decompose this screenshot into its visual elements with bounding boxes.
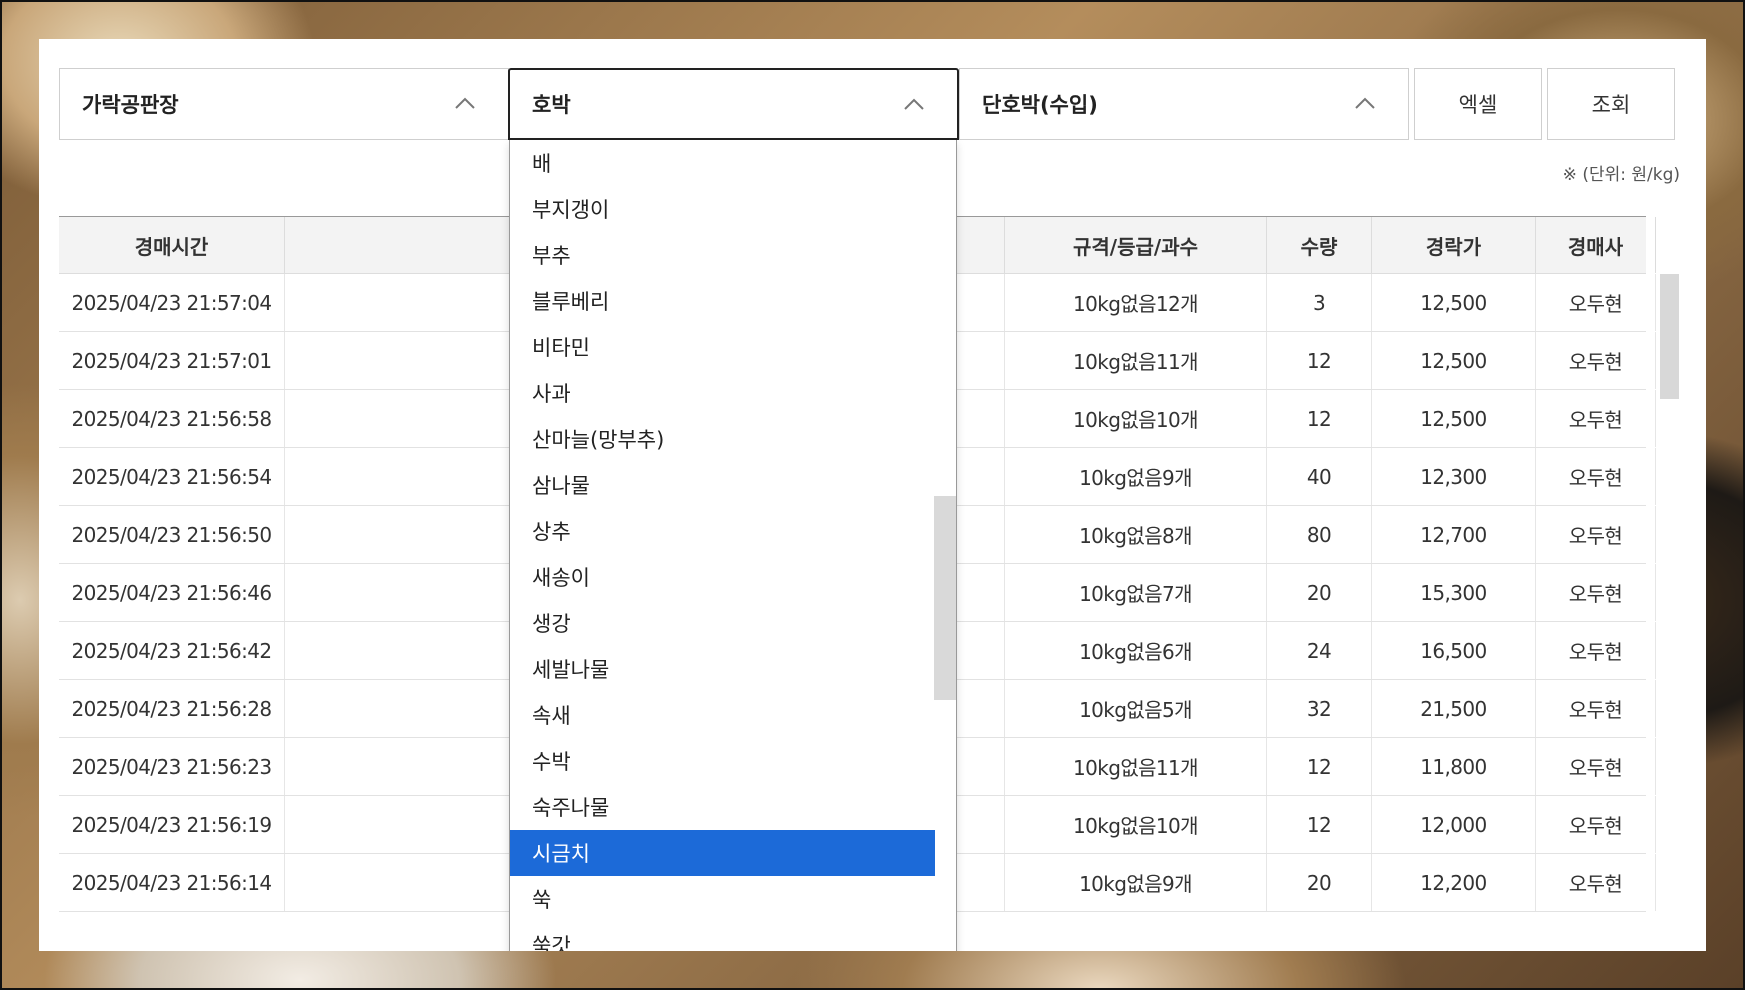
header-auctioneer: 경매사 (1536, 217, 1656, 273)
dropdown-option[interactable]: 배 (510, 140, 935, 186)
dropdown-option[interactable]: 사과 (510, 370, 935, 416)
cell-spec: 10kg없음10개 (1005, 796, 1267, 853)
cell-auctioneer: 오두현 (1536, 332, 1656, 389)
cell-price: 12,500 (1372, 274, 1536, 331)
dropdown-scrollbar[interactable] (934, 496, 956, 700)
header-price: 경락가 (1372, 217, 1536, 273)
dropdown-option[interactable]: 상추 (510, 508, 935, 554)
cell-spec: 10kg없음12개 (1005, 274, 1267, 331)
cell-price: 11,800 (1372, 738, 1536, 795)
dropdown-option[interactable]: 시금치 (510, 830, 935, 876)
cell-spec: 10kg없음5개 (1005, 680, 1267, 737)
dropdown-option[interactable]: 세발나물 (510, 646, 935, 692)
dropdown-option[interactable]: 부지갱이 (510, 186, 935, 232)
cell-time: 2025/04/23 21:56:19 (59, 796, 285, 853)
cell-qty: 80 (1267, 506, 1372, 563)
header-spec: 규격/등급/과수 (1005, 217, 1267, 273)
cell-spec: 10kg없음8개 (1005, 506, 1267, 563)
cell-spec: 10kg없음9개 (1005, 448, 1267, 505)
search-button[interactable]: 조회 (1547, 68, 1675, 140)
cell-auctioneer: 오두현 (1536, 796, 1656, 853)
excel-button[interactable]: 엑셀 (1414, 68, 1542, 140)
cell-price: 12,000 (1372, 796, 1536, 853)
cell-price: 12,500 (1372, 332, 1536, 389)
cell-qty: 3 (1267, 274, 1372, 331)
cell-time: 2025/04/23 21:57:01 (59, 332, 285, 389)
cell-auctioneer: 오두현 (1536, 448, 1656, 505)
dropdown-items: 배 부지갱이 부추 블루베리 비타민 사과 산마늘(망부추) 삼나물 상추 새송이 생강 세발나물 속새… (510, 140, 956, 951)
item-dropdown-list[interactable]: 배 부지갱이 부추 블루베리 비타민 사과 산마늘(망부추) 삼나물 상추 새송이 생강 세발나물 속새… (509, 140, 957, 951)
cell-auctioneer: 오두현 (1536, 738, 1656, 795)
variety-select-value: 단호박(수입) (982, 93, 1098, 117)
dropdown-option[interactable]: 비타민 (510, 324, 935, 370)
market-select[interactable]: 가락공판장 (59, 68, 509, 140)
cell-auctioneer: 오두현 (1536, 390, 1656, 447)
cell-time: 2025/04/23 21:56:50 (59, 506, 285, 563)
cell-time: 2025/04/23 21:56:14 (59, 854, 285, 911)
cell-time: 2025/04/23 21:56:54 (59, 448, 285, 505)
market-select-value: 가락공판장 (82, 93, 179, 117)
dropdown-option[interactable]: 블루베리 (510, 278, 935, 324)
unit-note: ※ (단위: 원/kg) (1562, 165, 1680, 185)
cell-price: 12,500 (1372, 390, 1536, 447)
cell-qty: 32 (1267, 680, 1372, 737)
chevron-up-icon (904, 98, 924, 110)
cell-price: 12,700 (1372, 506, 1536, 563)
dropdown-option[interactable]: 생강 (510, 600, 935, 646)
cell-qty: 12 (1267, 390, 1372, 447)
dropdown-option[interactable]: 숙주나물 (510, 784, 935, 830)
cell-time: 2025/04/23 21:56:23 (59, 738, 285, 795)
cell-auctioneer: 오두현 (1536, 622, 1656, 679)
auction-panel: 가락공판장 호박 단호박(수입) 엑셀 조회 ※ (단위: 원/kg) 경매시간… (39, 39, 1706, 951)
dropdown-option[interactable]: 쑥 (510, 876, 935, 922)
cell-time: 2025/04/23 21:56:28 (59, 680, 285, 737)
item-select-value: 호박 (532, 93, 571, 117)
dropdown-option[interactable]: 새송이 (510, 554, 935, 600)
cell-qty: 12 (1267, 738, 1372, 795)
cell-qty: 20 (1267, 854, 1372, 911)
cell-qty: 20 (1267, 564, 1372, 621)
chevron-up-icon (455, 97, 475, 109)
variety-select[interactable]: 단호박(수입) (959, 68, 1409, 140)
cell-spec: 10kg없음10개 (1005, 390, 1267, 447)
cell-auctioneer: 오두현 (1536, 564, 1656, 621)
cell-qty: 24 (1267, 622, 1372, 679)
dropdown-option[interactable]: 삼나물 (510, 462, 935, 508)
dropdown-option[interactable]: 산마늘(망부추) (510, 416, 935, 462)
header-time: 경매시간 (59, 217, 285, 273)
cell-auctioneer: 오두현 (1536, 680, 1656, 737)
dropdown-option[interactable]: 수박 (510, 738, 935, 784)
header-qty: 수량 (1267, 217, 1372, 273)
item-select[interactable]: 호박 (508, 68, 959, 140)
cell-auctioneer: 오두현 (1536, 274, 1656, 331)
cell-price: 12,300 (1372, 448, 1536, 505)
chevron-up-icon (1355, 97, 1375, 109)
dropdown-option[interactable]: 속새 (510, 692, 935, 738)
table-scrollbar[interactable] (1660, 274, 1679, 399)
cell-spec: 10kg없음6개 (1005, 622, 1267, 679)
cell-price: 12,200 (1372, 854, 1536, 911)
cell-qty: 40 (1267, 448, 1372, 505)
cell-price: 21,500 (1372, 680, 1536, 737)
cell-spec: 10kg없음11개 (1005, 738, 1267, 795)
cell-time: 2025/04/23 21:56:42 (59, 622, 285, 679)
dropdown-option[interactable]: 쑥갓 (510, 922, 935, 951)
cell-price: 15,300 (1372, 564, 1536, 621)
cell-auctioneer: 오두현 (1536, 854, 1656, 911)
cell-time: 2025/04/23 21:56:46 (59, 564, 285, 621)
cell-price: 16,500 (1372, 622, 1536, 679)
cell-time: 2025/04/23 21:57:04 (59, 274, 285, 331)
cell-spec: 10kg없음9개 (1005, 854, 1267, 911)
cell-qty: 12 (1267, 796, 1372, 853)
cell-spec: 10kg없음7개 (1005, 564, 1267, 621)
dropdown-option[interactable]: 부추 (510, 232, 935, 278)
cell-qty: 12 (1267, 332, 1372, 389)
cell-spec: 10kg없음11개 (1005, 332, 1267, 389)
cell-time: 2025/04/23 21:56:58 (59, 390, 285, 447)
cell-auctioneer: 오두현 (1536, 506, 1656, 563)
